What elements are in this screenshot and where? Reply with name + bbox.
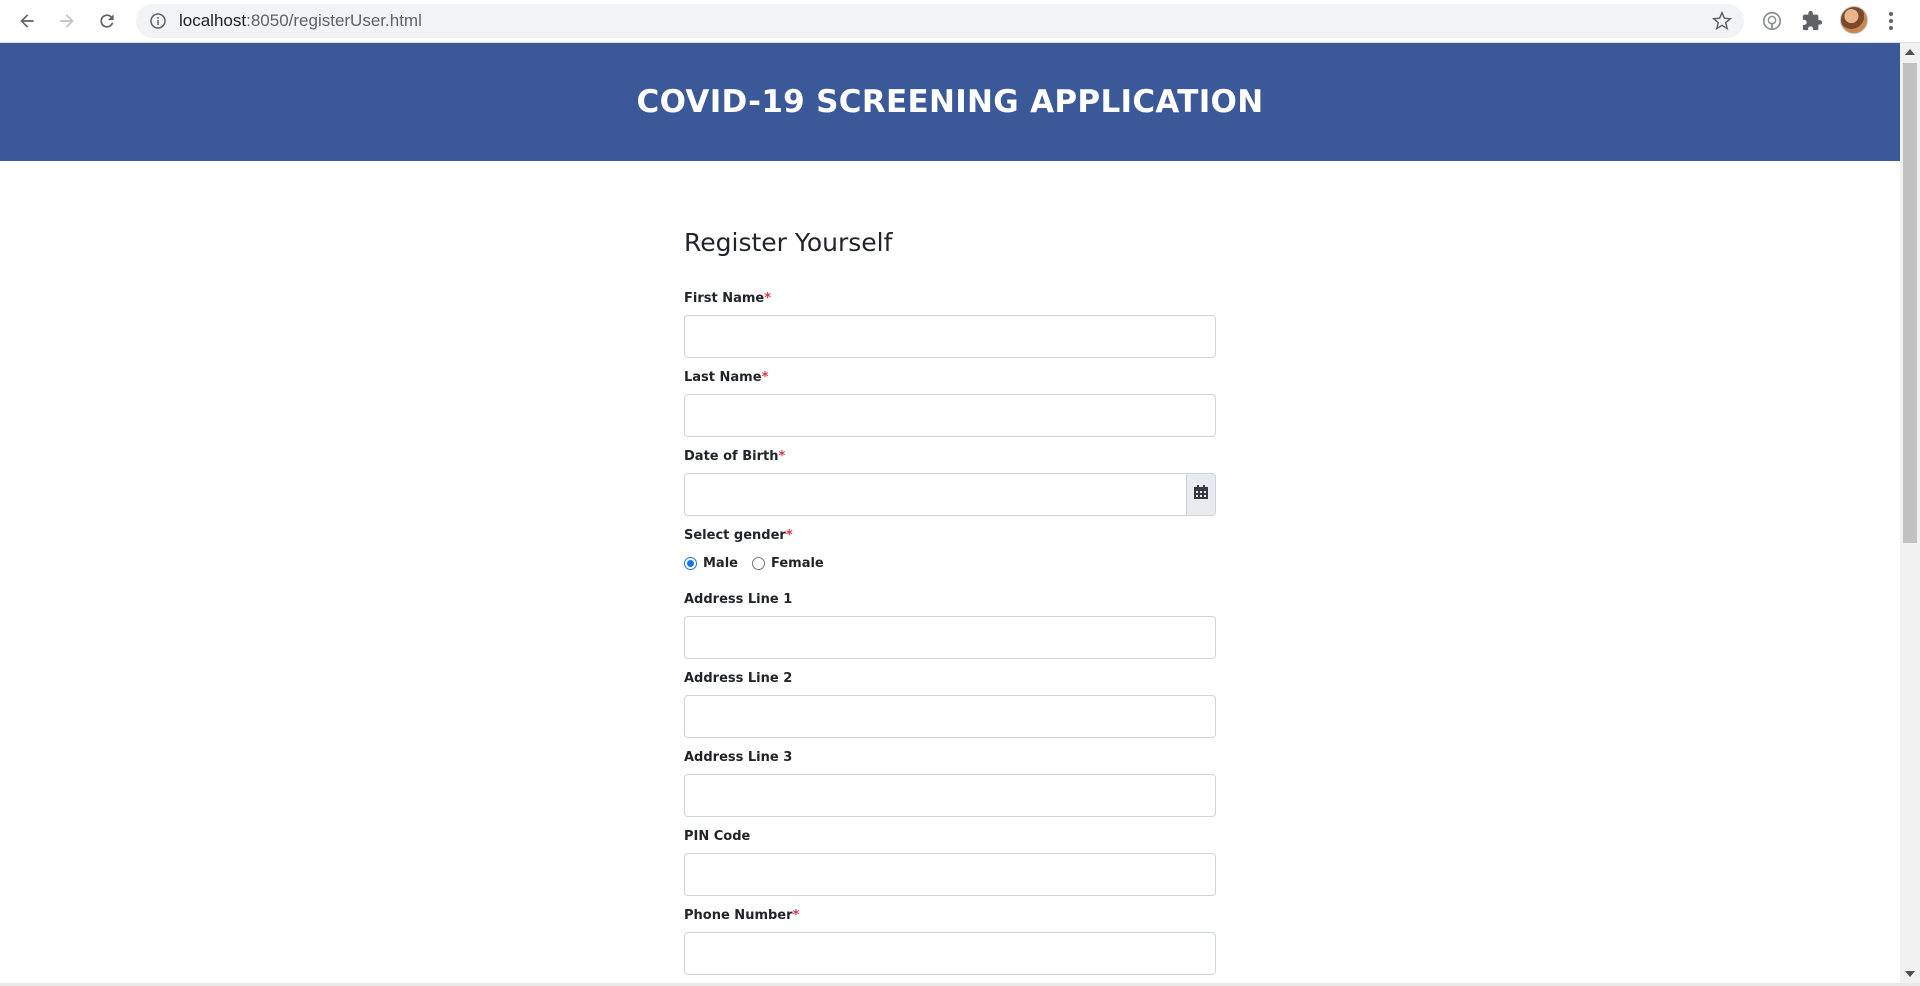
pin-group: PIN Code (684, 829, 1216, 896)
gender-group: Select gender* Male Female (684, 528, 1216, 571)
gender-male-label[interactable]: Male (703, 556, 738, 571)
required-marker: * (792, 908, 800, 923)
dob-label: Date of Birth* (684, 449, 1216, 465)
scroll-thumb[interactable] (1903, 63, 1917, 543)
calendar-button[interactable] (1186, 473, 1216, 516)
gender-female-radio[interactable]: Female (751, 556, 824, 571)
dob-input[interactable] (684, 473, 1186, 516)
gender-male-radio[interactable]: Male (684, 556, 738, 571)
calendar-icon (1193, 484, 1209, 505)
address2-label: Address Line 2 (684, 671, 793, 686)
kebab-menu-icon[interactable] (1884, 8, 1898, 34)
address-bar[interactable]: localhost:8050/registerUser.html (136, 4, 1744, 38)
last-name-group: Last Name* (684, 370, 1216, 437)
address1-input[interactable] (684, 616, 1216, 659)
address1-group: Address Line 1 (684, 592, 1216, 659)
first-name-label: First Name* (684, 291, 1216, 307)
puzzle-icon[interactable] (1799, 8, 1825, 34)
url-text: localhost:8050/registerUser.html (179, 11, 422, 31)
address3-label: Address Line 3 (684, 750, 793, 765)
required-marker: * (778, 449, 786, 464)
back-arrow-icon[interactable] (12, 6, 42, 36)
last-name-input[interactable] (684, 394, 1216, 437)
reload-icon[interactable] (92, 6, 122, 36)
vertical-scrollbar[interactable] (1900, 43, 1920, 983)
app-header: COVID-19 SCREENING APPLICATION (0, 43, 1900, 161)
forward-arrow-icon[interactable] (52, 6, 82, 36)
address3-group: Address Line 3 (684, 750, 1216, 817)
gender-label-text: Select gender (684, 528, 786, 543)
pin-input[interactable] (684, 853, 1216, 896)
required-marker: * (761, 370, 769, 385)
first-name-input[interactable] (684, 315, 1216, 358)
required-marker: * (764, 291, 772, 306)
last-name-label: Last Name* (684, 370, 1216, 386)
dob-input-group (684, 473, 1216, 516)
url-host: localhost (179, 11, 247, 30)
app-title: COVID-19 SCREENING APPLICATION (636, 84, 1264, 120)
address1-label: Address Line 1 (684, 592, 793, 607)
phone-label-text: Phone Number (684, 908, 793, 923)
gender-label: Select gender* (684, 528, 1216, 544)
page-viewport: COVID-19 SCREENING APPLICATION Register … (0, 43, 1900, 983)
scroll-down-icon[interactable] (1900, 965, 1920, 983)
register-form: Register Yourself First Name* Last Name*… (684, 223, 1216, 975)
star-icon[interactable] (1711, 10, 1733, 31)
last-name-label-text: Last Name (684, 370, 762, 385)
phone-label: Phone Number* (684, 908, 1216, 924)
podcast-icon[interactable] (1759, 8, 1785, 34)
profile-avatar[interactable] (1840, 6, 1868, 34)
form-title: Register Yourself (684, 228, 893, 257)
address2-input[interactable] (684, 695, 1216, 738)
radio-unchecked-icon[interactable] (751, 556, 765, 570)
info-icon[interactable] (149, 12, 167, 30)
first-name-group: First Name* (684, 291, 1216, 358)
first-name-label-text: First Name (684, 291, 765, 306)
scroll-up-icon[interactable] (1900, 43, 1920, 61)
dob-label-text: Date of Birth (684, 449, 779, 464)
browser-toolbar: localhost:8050/registerUser.html (0, 0, 1920, 43)
address2-group: Address Line 2 (684, 671, 1216, 738)
pin-label: PIN Code (684, 829, 751, 844)
required-marker: * (785, 528, 793, 543)
gender-female-label[interactable]: Female (771, 556, 824, 571)
radio-checked-icon[interactable] (684, 556, 697, 570)
address3-input[interactable] (684, 774, 1216, 817)
gender-options: Male Female (684, 555, 1216, 571)
dob-group: Date of Birth* (684, 449, 1216, 516)
phone-input[interactable] (684, 932, 1216, 975)
phone-group: Phone Number* (684, 908, 1216, 975)
url-path: :8050/registerUser.html (246, 11, 422, 30)
